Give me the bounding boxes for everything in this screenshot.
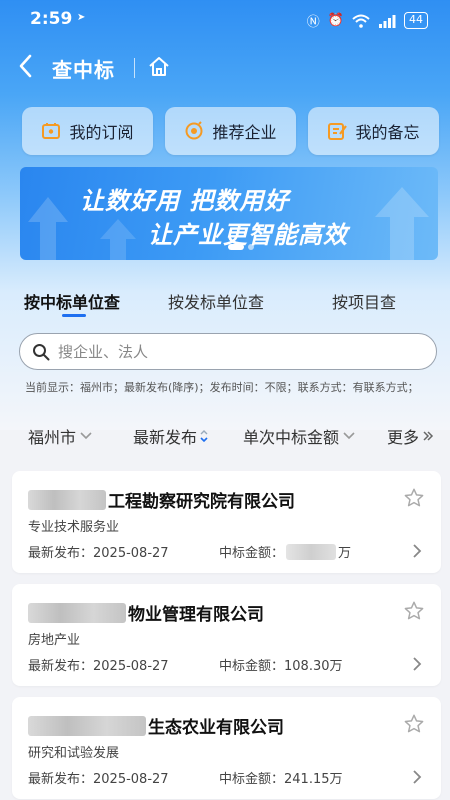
alarm-icon: ⏰ (327, 13, 344, 28)
publish-date-label: 最新发布： (28, 772, 94, 787)
status-icons: Ⓝ ⏰ 44 (307, 11, 428, 30)
amount-filter[interactable]: 单次中标金额 (243, 424, 356, 448)
more-filter-label: 更多 (387, 428, 420, 447)
chevron-right-icon[interactable] (411, 656, 423, 672)
company-name-text: 物业管理有限公司 (128, 605, 264, 625)
more-filter[interactable]: 更多 (387, 424, 434, 448)
memo-icon (328, 123, 348, 140)
result-card[interactable]: 工程勘察研究院有限公司 专业技术服务业 最新发布：2025-08-27 中标金额… (12, 471, 441, 573)
bid-amount-unit: 万 (338, 546, 352, 561)
industry-text: 专业技术服务业 (28, 520, 120, 535)
subscription-icon (42, 123, 61, 139)
search-box[interactable] (19, 333, 437, 370)
chevron-right-icon[interactable] (411, 543, 423, 559)
tab-by-issuer[interactable]: 按发标单位查 (168, 289, 264, 313)
chevron-right-icon[interactable] (411, 769, 423, 785)
search-input[interactable] (58, 342, 398, 361)
chevron-down-icon (80, 432, 92, 440)
filter-bar: 福州市 最新发布 单次中标金额 更多 (0, 420, 450, 450)
company-name-text: 生态农业有限公司 (148, 718, 284, 738)
banner-dot-active (228, 244, 244, 250)
result-card[interactable]: 生态农业有限公司 研究和试验发展 最新发布：2025-08-27 中标金额： 24… (12, 697, 441, 799)
bid-amount-label: 中标金额： (219, 546, 285, 561)
wifi-icon (352, 14, 370, 28)
sort-filter-label: 最新发布 (133, 428, 198, 447)
amount-filter-label: 单次中标金额 (243, 428, 340, 447)
my-subscription-label: 我的订阅 (69, 123, 134, 142)
tab-by-project[interactable]: 按项目查 (332, 289, 396, 313)
page-title: 查中标 (52, 58, 115, 82)
recommend-company-label: 推荐企业 (212, 123, 277, 142)
bid-amount-value: 241.15万 (284, 772, 343, 787)
publish-date-value: 2025-08-27 (93, 772, 169, 787)
industry-text: 房地产业 (28, 633, 81, 648)
search-icon (33, 343, 50, 360)
star-icon[interactable] (403, 713, 425, 735)
publish-date: 最新发布：2025-08-27 (28, 655, 169, 674)
company-name: 物业管理有限公司 (28, 600, 264, 625)
battery-icon: 44 (404, 12, 428, 29)
bid-amount-value: 108.30万 (284, 659, 343, 674)
company-name: 生态农业有限公司 (28, 713, 284, 738)
bid-amount-label: 中标金额： (219, 659, 285, 674)
filter-summary: 当前显示：福州市；最新发布(降序)；发布时间：不限；联系方式：有联系方式； (25, 381, 419, 394)
signal-icon (379, 14, 396, 28)
star-icon[interactable] (403, 487, 425, 509)
company-name: 工程勘察研究院有限公司 (28, 487, 295, 512)
city-filter-label: 福州市 (28, 428, 77, 447)
result-card[interactable]: 物业管理有限公司 房地产业 最新发布：2025-08-27 中标金额： 108.3… (12, 584, 441, 686)
publish-date: 最新发布：2025-08-27 (28, 768, 169, 787)
publish-date-label: 最新发布： (28, 546, 94, 561)
company-name-text: 工程勘察研究院有限公司 (108, 492, 295, 512)
my-memo-button[interactable]: 我的备忘 (308, 107, 439, 155)
banner-slogan-1: 让数好用 把数用好 (80, 187, 290, 215)
nav-bar: 查中标 (0, 48, 450, 88)
city-filter[interactable]: 福州市 (28, 424, 93, 448)
redacted-name (28, 715, 146, 736)
promo-banner[interactable]: 让数好用 把数用好 让产业更智能高效 (20, 167, 438, 260)
home-icon[interactable] (147, 55, 171, 79)
publish-date-label: 最新发布： (28, 659, 94, 674)
sort-filter[interactable]: 最新发布 (133, 424, 208, 448)
redacted-name (28, 602, 126, 623)
search-mode-tabs: 按中标单位查 按发标单位查 按项目查 (0, 285, 450, 325)
nav-divider (134, 58, 135, 78)
recommend-company-button[interactable]: 推荐企业 (165, 107, 296, 155)
status-time: 2:59 (30, 9, 73, 29)
publish-date-value: 2025-08-27 (93, 546, 169, 561)
sort-icon (200, 430, 208, 443)
double-chevron-right-icon (423, 431, 434, 441)
chevron-down-icon (343, 432, 355, 440)
navigation-arrow-icon: ➤ (77, 12, 86, 23)
nfc-icon: Ⓝ (306, 15, 320, 30)
my-subscription-button[interactable]: 我的订阅 (22, 107, 153, 155)
active-tab-indicator (62, 314, 86, 317)
tab-by-winner[interactable]: 按中标单位查 (24, 289, 120, 313)
bid-amount: 中标金额： 241.15万 (219, 768, 343, 787)
bid-amount: 中标金额： 万 (219, 542, 351, 561)
star-icon[interactable] (403, 600, 425, 622)
status-bar: 2:59 ➤ Ⓝ ⏰ 44 (0, 0, 450, 40)
back-icon[interactable] (16, 52, 36, 80)
banner-dot (248, 244, 254, 250)
recommend-icon (185, 121, 203, 140)
my-memo-label: 我的备忘 (355, 123, 420, 142)
bid-amount: 中标金额： 108.30万 (219, 655, 343, 674)
publish-date: 最新发布：2025-08-27 (28, 542, 169, 561)
redacted-amount (286, 543, 337, 560)
bid-amount-label: 中标金额： (219, 772, 285, 787)
redacted-name (28, 489, 106, 510)
industry-text: 研究和试验发展 (28, 746, 120, 761)
publish-date-value: 2025-08-27 (93, 659, 169, 674)
banner-pager (228, 244, 254, 250)
